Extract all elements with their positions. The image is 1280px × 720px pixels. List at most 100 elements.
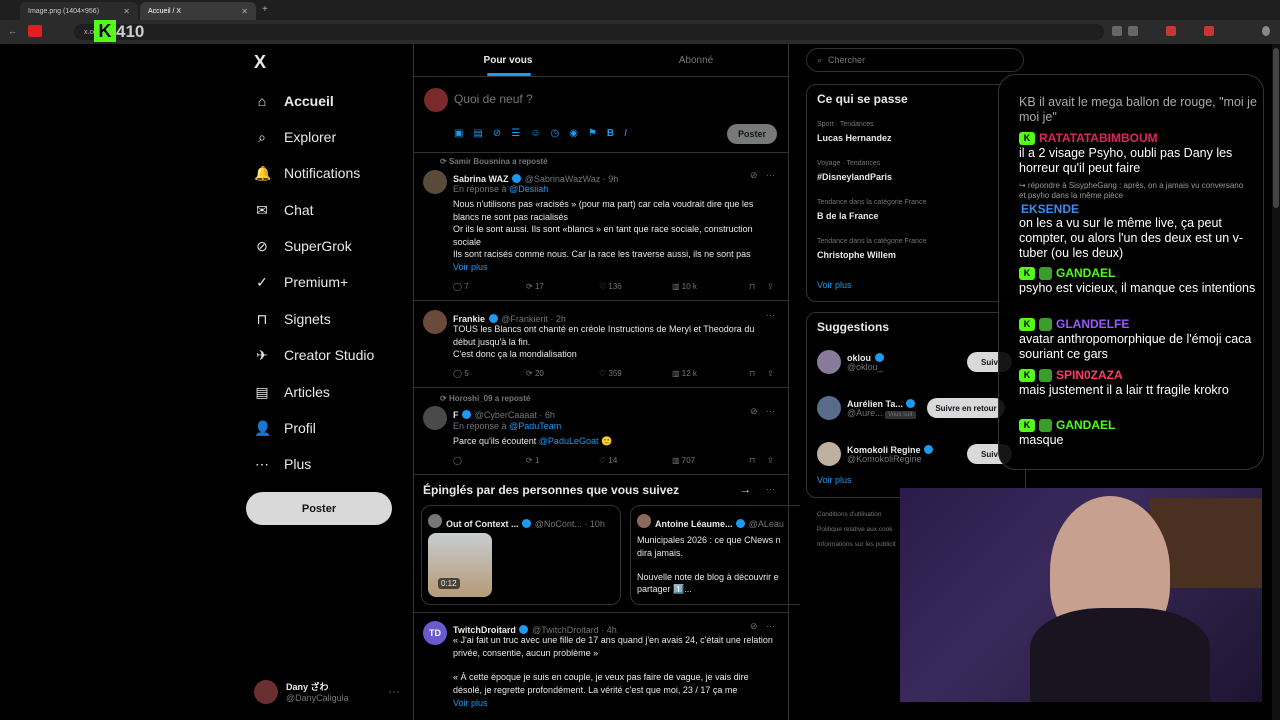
bookmark-icon[interactable]: ⊓	[749, 282, 767, 291]
card-text: Nouvelle note de blog à découvrir e	[637, 572, 779, 582]
x-logo-icon[interactable]: X	[254, 52, 266, 73]
show-more-link[interactable]: Voir plus	[453, 697, 488, 710]
reply-action[interactable]: ◯	[453, 456, 526, 465]
like-action[interactable]: ♡ 14	[599, 456, 672, 465]
views-action[interactable]: ▥ 12 k	[672, 369, 749, 378]
nav-item-articles[interactable]: ▤ Articles	[254, 380, 330, 404]
image-icon[interactable]: ▣	[454, 128, 463, 139]
share-icon[interactable]: ⇪	[767, 282, 774, 291]
tab-following[interactable]: Abonné	[602, 44, 790, 76]
follow-button[interactable]: Suivre en retour	[927, 398, 1005, 418]
grok-icon[interactable]: ⊘	[750, 170, 758, 181]
reply-count: 5	[464, 369, 469, 378]
nav-item-signets[interactable]: ⊓ Signets	[254, 307, 331, 331]
grok-icon[interactable]: ⊘	[493, 128, 501, 139]
extension-icon[interactable]	[1112, 26, 1122, 36]
views-action[interactable]: ▥ 707	[672, 456, 749, 465]
schedule-icon[interactable]: ◷	[550, 128, 559, 139]
show-more-link[interactable]: Voir plus	[817, 475, 852, 485]
reply-mention[interactable]: @Desiiah	[509, 184, 548, 194]
location-icon[interactable]: ◉	[569, 128, 578, 139]
show-more-link[interactable]: Voir plus	[453, 261, 488, 274]
emoji-icon[interactable]: ☺	[530, 128, 540, 139]
extension-icon[interactable]	[1128, 26, 1138, 36]
grok-icon[interactable]: ⊘	[750, 406, 758, 417]
avatar[interactable]: TD	[423, 621, 447, 645]
reply-action[interactable]: ◯ 7	[453, 282, 526, 291]
nav-item-creator-studio[interactable]: ✈ Creator Studio	[254, 343, 374, 367]
footer-link[interactable]: Politique relative aux cook	[817, 526, 899, 533]
suggestion-handle: @KomokoliRegine	[847, 454, 922, 464]
more-icon[interactable]: ···	[766, 484, 775, 494]
repost-action[interactable]: ⟳ 1	[526, 456, 599, 465]
repost-action[interactable]: ⟳ 17	[526, 282, 599, 291]
pinned-section-title: Épinglés par des personnes que vous suiv…	[423, 483, 680, 497]
author-handle: @NoCont... · 10h	[534, 519, 605, 529]
compose-post-button[interactable]: Poster	[727, 124, 777, 144]
flag-icon[interactable]: ⚑	[588, 128, 597, 139]
more-icon[interactable]: ···	[766, 170, 775, 180]
reply-action[interactable]: ◯ 5	[453, 369, 526, 378]
italic-icon[interactable]: I	[624, 128, 627, 139]
views-action[interactable]: ▥ 10 k	[672, 282, 749, 291]
post-button[interactable]: Poster	[246, 492, 392, 525]
nav-item-accueil[interactable]: ⌂ Accueil	[254, 89, 334, 113]
nav-item-premium-[interactable]: ✓ Premium+	[254, 270, 348, 294]
avatar[interactable]	[817, 350, 841, 374]
nav-item-plus[interactable]: ⋯ Plus	[254, 452, 311, 476]
tweet-text: « À cette époque je suis en couple, je v…	[453, 672, 749, 695]
trend-name[interactable]: #DisneylandParis	[817, 172, 892, 182]
back-icon[interactable]: ←	[8, 26, 17, 36]
nav-item-profil[interactable]: 👤 Profil	[254, 416, 316, 440]
more-icon[interactable]: ···	[766, 406, 775, 416]
url-field[interactable]: x.com	[74, 24, 1104, 40]
bold-icon[interactable]: B	[607, 128, 614, 139]
scrollbar-thumb[interactable]	[1273, 48, 1279, 208]
avatar[interactable]	[423, 170, 447, 194]
trend-name[interactable]: Christophe Willem	[817, 250, 896, 260]
author-name[interactable]: F	[453, 410, 459, 420]
more-icon[interactable]: ···	[766, 310, 775, 320]
avatar[interactable]	[423, 310, 447, 334]
footer-link[interactable]: Conditions d'utilisation	[817, 511, 881, 518]
like-action[interactable]: ♡ 359	[599, 369, 672, 378]
bookmark-icon[interactable]: ⊓	[749, 369, 767, 378]
share-icon[interactable]: ⇪	[767, 369, 774, 378]
search-input[interactable]: ⌕ Chercher	[806, 48, 1024, 72]
avatar[interactable]	[423, 406, 447, 430]
close-icon[interactable]: ✕	[241, 7, 248, 16]
extension-icon[interactable]	[1204, 26, 1214, 36]
trend-name[interactable]: B de la France	[817, 211, 879, 221]
nav-item-supergrok[interactable]: ⊘ SuperGrok	[254, 234, 352, 258]
browser-tab-x[interactable]: Accueil / X ✕	[140, 2, 256, 20]
browser-tab-image[interactable]: Image.png (1404×956) ✕	[20, 2, 138, 20]
more-icon[interactable]: ···	[766, 621, 775, 631]
more-icon[interactable]: ···	[388, 684, 400, 698]
reply-mention[interactable]: @PaduTeam	[509, 421, 561, 431]
show-more-link[interactable]: Voir plus	[817, 280, 852, 290]
avatar[interactable]	[254, 680, 278, 704]
poll-icon[interactable]: ☰	[511, 128, 520, 139]
avatar[interactable]	[817, 442, 841, 466]
extension-icon[interactable]	[1166, 26, 1176, 36]
nav-item-chat[interactable]: ✉ Chat	[254, 198, 313, 222]
footer-link[interactable]: Informations sur les publicit	[817, 541, 899, 548]
menu-icon[interactable]	[1262, 26, 1270, 36]
author-name[interactable]: Sabrina WAZ	[453, 174, 509, 184]
tab-for-you[interactable]: Pour vous	[414, 44, 602, 76]
repost-action[interactable]: ⟳ 20	[526, 369, 599, 378]
bookmark-icon[interactable]: ⊓	[749, 456, 767, 465]
new-tab-icon[interactable]: +	[262, 4, 268, 15]
nav-item-explorer[interactable]: ⌕ Explorer	[254, 125, 336, 149]
trend-name[interactable]: Lucas Hernandez	[817, 133, 892, 143]
compose-input[interactable]: Quoi de neuf ?	[454, 92, 533, 106]
nav-item-notifications[interactable]: 🔔 Notifications	[254, 161, 360, 185]
grok-icon[interactable]: ⊘	[750, 621, 758, 632]
arrow-right-icon[interactable]: →	[740, 484, 751, 496]
close-icon[interactable]: ✕	[123, 7, 130, 16]
avatar[interactable]	[817, 396, 841, 420]
like-action[interactable]: ♡ 136	[599, 282, 672, 291]
gif-icon[interactable]: ▤	[473, 128, 482, 139]
share-icon[interactable]: ⇪	[767, 456, 774, 465]
mention-link[interactable]: @PaduLeGoat	[539, 436, 599, 446]
